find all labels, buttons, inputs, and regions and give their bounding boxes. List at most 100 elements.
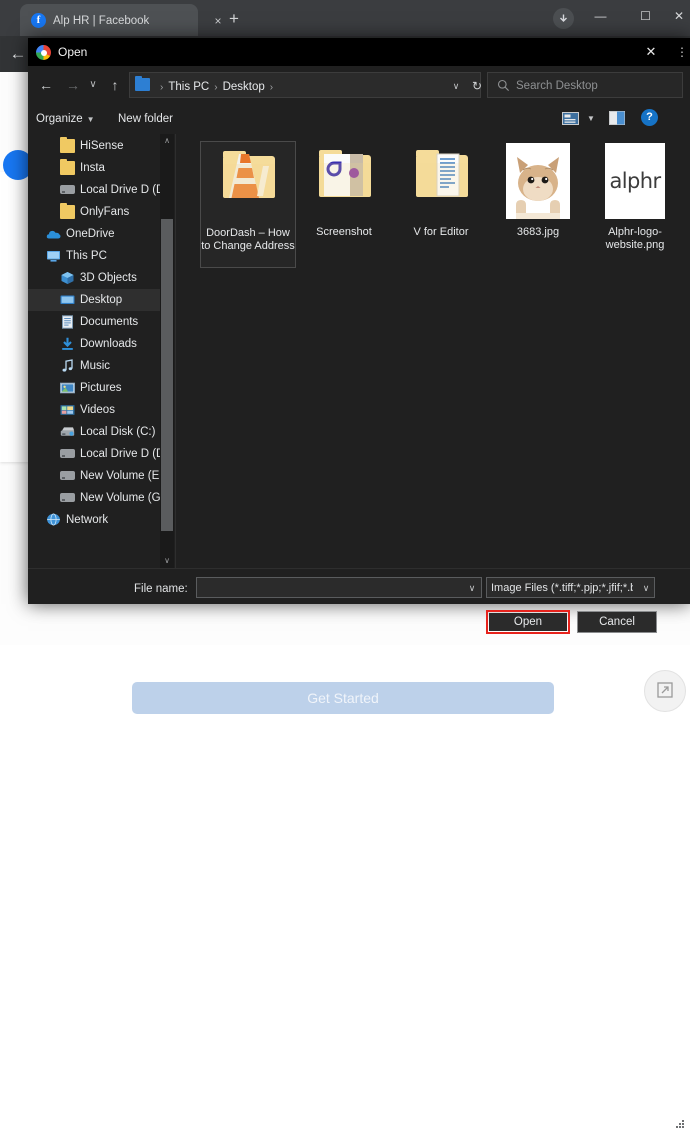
videos-icon [60,403,75,417]
filetype-dropdown[interactable]: Image Files (*.tiff;*.pjp;*.jfif;*.br ∨ [486,577,655,598]
file-open-dialog: Open ✕ ⋮ ← → ∨ ↑ ›This PC›Desktop› ∨ ↻ S… [28,38,690,604]
get-started-button[interactable]: Get Started [132,682,554,714]
sidebar-item-videos[interactable]: Videos [28,399,160,421]
file-item[interactable]: 3683.jpg [491,141,585,251]
grip-dot [682,1120,684,1122]
folder-thumbnail-editor [394,141,488,221]
refresh-icon[interactable]: ↻ [468,77,486,95]
sidebar-item-label: Documents [80,314,138,330]
open-button[interactable]: Open [489,613,567,631]
sidebar-item-desktop[interactable]: Desktop [28,289,160,311]
forward-icon[interactable]: → [61,73,85,97]
file-item[interactable]: V for Editor [394,141,488,251]
new-folder-button[interactable]: New folder [118,109,173,129]
grip-dot [676,1126,678,1128]
chevron-down-icon[interactable]: ∨ [85,73,101,97]
this-pc-icon [135,78,150,91]
maximize-button[interactable]: ☐ [623,0,668,32]
navpane-scrollbar[interactable]: ∧ ∨ [160,134,174,568]
search-input[interactable]: Search Desktop [487,72,683,98]
back-icon[interactable]: ← [34,73,58,97]
sidebar-item-pictures[interactable]: Pictures [28,377,160,399]
chevron-down-icon[interactable]: ∨ [639,581,653,595]
file-item-label: Alphr-logo-website.png [588,226,682,252]
sidebar-item-onedrive[interactable]: OneDrive [28,223,160,245]
sidebar-item-label: This PC [66,248,107,264]
facebook-icon: f [31,13,46,28]
downloads-icon [60,337,75,351]
filename-label: File name: [134,580,188,598]
open-external-icon[interactable] [644,670,686,712]
new-tab-button[interactable]: + [223,8,245,30]
sidebar-item-hisense[interactable]: HiSense [28,135,160,157]
sidebar-item-label: OnlyFans [80,204,129,220]
cancel-button[interactable]: Cancel [577,611,657,633]
dialog-close-icon[interactable]: ✕ [640,42,662,62]
folder-icon [60,205,75,219]
sidebar-item-documents[interactable]: Documents [28,311,160,333]
sidebar-item-new-volume-e[interactable]: New Volume (E:) [28,465,160,487]
breadcrumb-items: ›This PC›Desktop› [155,77,278,95]
view-layout-icon[interactable] [562,111,579,126]
breadcrumb-separator: › [209,82,222,93]
breadcrumb-separator: › [155,82,168,93]
dialog-footer: File name: ∨ Image Files (*.tiff;*.pjp;*… [28,568,690,604]
scroll-up-icon[interactable]: ∧ [160,134,174,148]
scroll-down-icon[interactable]: ∨ [160,554,174,568]
kebab-menu-icon[interactable]: ⋮ [676,42,688,62]
grip-dot [682,1123,684,1125]
sidebar-item-new-volume-g[interactable]: New Volume (G: [28,487,160,509]
sidebar-item-network[interactable]: Network [28,509,160,531]
chevron-down-icon[interactable]: ∨ [448,78,464,94]
documents-icon [60,315,75,329]
sidebar-item-local-disk-c[interactable]: Local Disk (C:) [28,421,160,443]
dialog-titlebar: Open ✕ ⋮ [28,38,690,66]
breadcrumb[interactable]: ›This PC›Desktop› ∨ ↻ [129,72,481,98]
folder-thumbnail-screenshot [297,141,391,221]
sidebar-item-label: Downloads [80,336,137,352]
breadcrumb-separator: › [265,82,278,93]
organize-button[interactable]: Organize▼ [36,109,95,130]
file-item[interactable]: DoorDash – How to Change Address [200,141,296,268]
browser-titlebar: f Alp HR | Facebook × + — ☐ ✕ [0,0,690,36]
chevron-down-icon: ▼ [87,115,95,124]
minimize-button[interactable]: — [578,0,623,32]
sidebar-item-onlyfans[interactable]: OnlyFans [28,201,160,223]
sidebar-item-label: New Volume (G: [80,490,160,506]
sidebar-item-3d-objects[interactable]: 3D Objects [28,267,160,289]
onedrive-icon [46,227,61,241]
disk-icon [60,425,75,439]
sidebar-item-downloads[interactable]: Downloads [28,333,160,355]
filename-input[interactable]: ∨ [196,577,482,598]
filetype-value: Image Files (*.tiff;*.pjp;*.jfif;*.br [491,580,633,596]
dialog-body: HiSenseInstaLocal Drive D (D:OnlyFansOne… [28,134,690,568]
sidebar-item-music[interactable]: Music [28,355,160,377]
3d-objects-icon [60,271,75,285]
file-item-label: 3683.jpg [491,226,585,239]
file-item[interactable]: Screenshot [297,141,391,251]
chrome-icon [36,45,51,60]
sidebar-item-local-drive-d-d[interactable]: Local Drive D (D: [28,443,160,465]
file-item[interactable]: alphr Alphr-logo-website.png [588,141,682,251]
breadcrumb-item-this-pc[interactable]: This PC [168,81,209,93]
up-icon[interactable]: ↑ [103,73,127,97]
sidebar-item-this-pc[interactable]: This PC [28,245,160,267]
preview-pane-icon[interactable] [609,111,625,125]
breadcrumb-item-desktop[interactable]: Desktop [223,81,265,93]
sidebar-item-label: Desktop [80,292,122,308]
chevron-down-icon[interactable]: ▼ [585,113,597,125]
help-icon[interactable]: ? [641,109,658,126]
resize-grip[interactable] [676,1120,686,1130]
image-thumbnail-alphr: alphr [588,141,682,221]
grip-dot [679,1123,681,1125]
sidebar-item-local-drive-d-d[interactable]: Local Drive D (D: [28,179,160,201]
chevron-down-icon[interactable]: ∨ [465,581,479,595]
window-close-button[interactable]: ✕ [668,0,690,32]
download-icon[interactable] [553,8,574,29]
dialog-navigation-bar: ← → ∨ ↑ ›This PC›Desktop› ∨ ↻ Search Des… [28,66,690,104]
browser-tab[interactable]: f Alp HR | Facebook × [20,4,198,36]
scrollbar-thumb[interactable] [161,219,173,531]
sidebar-item-insta[interactable]: Insta [28,157,160,179]
browser-back-button[interactable]: ← [6,42,30,66]
this-pc-icon [46,249,61,263]
